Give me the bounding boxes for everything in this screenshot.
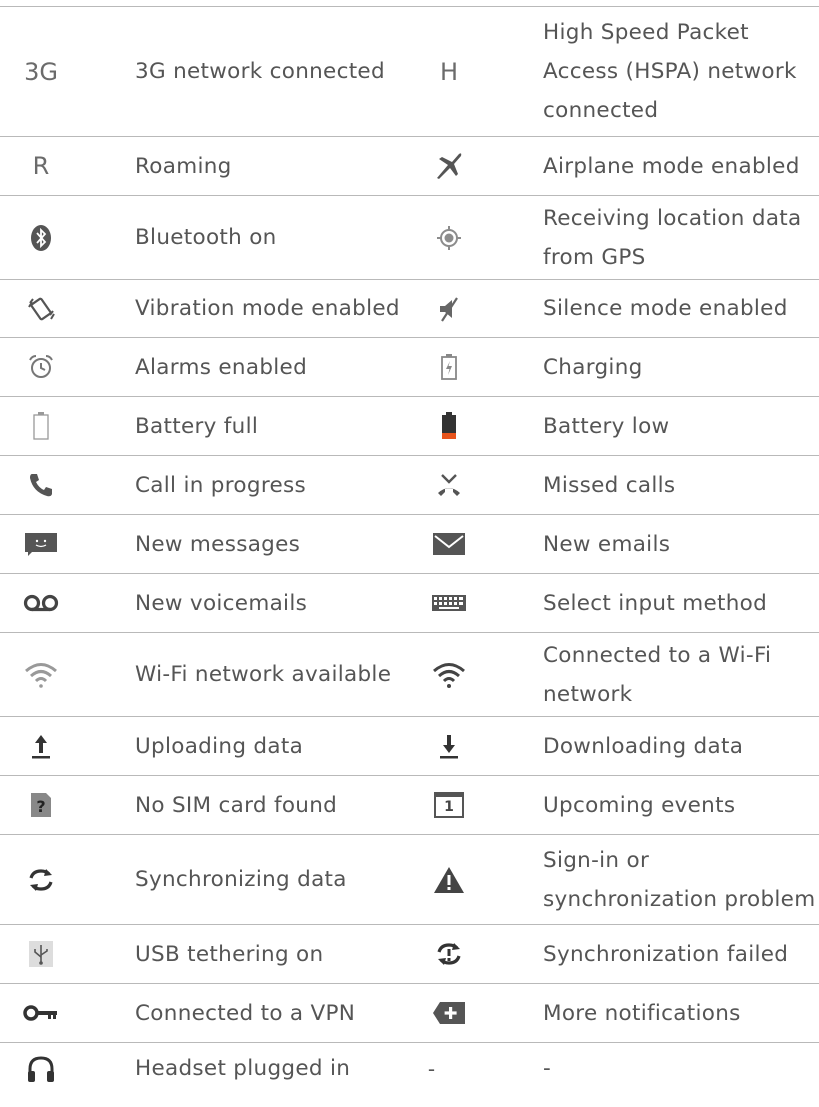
table-row: Battery full Battery low — [0, 396, 819, 455]
charging-icon — [419, 338, 479, 396]
table-row: New messages New emails — [0, 514, 819, 573]
table-row: ? No SIM card found 1 Upcoming events — [0, 775, 819, 834]
table-row: Bluetooth on Receiving location data fro… — [0, 195, 819, 279]
vpn-key-icon — [11, 984, 71, 1042]
table-row: Connected to a VPN More notifications — [0, 983, 819, 1042]
table-row: Synchronizing data Sign-in or synchroniz… — [0, 834, 819, 924]
download-icon — [419, 717, 479, 775]
icon-description: 3G network connected — [135, 59, 385, 84]
table-row: New voicemails Select input method — [0, 573, 819, 632]
keyboard-icon — [419, 574, 479, 632]
icon-description: - — [543, 1056, 552, 1081]
bluetooth-icon — [11, 196, 71, 279]
missed-call-icon — [419, 456, 479, 514]
icon-description: Charging — [543, 354, 643, 380]
icon-description: Call in progress — [135, 472, 307, 498]
icon-description: Roaming — [135, 153, 232, 179]
svg-text:?: ? — [36, 797, 45, 816]
table-row: USB tethering on Synchronization failed — [0, 924, 819, 983]
icon-description: Wi-Fi network available — [135, 662, 392, 687]
headset-icon — [11, 1043, 71, 1094]
hspa-icon: H — [439, 57, 459, 86]
icon-description: Receiving location data from GPS — [543, 205, 802, 270]
table-row: Alarms enabled Charging — [0, 337, 819, 396]
icon-description: High Speed Packet Access (HSPA) network … — [543, 20, 797, 123]
table-row: Headset plugged in - - — [0, 1042, 819, 1094]
icon-description: No SIM card found — [135, 792, 338, 818]
icon-description: Downloading data — [543, 733, 744, 759]
upload-icon — [11, 717, 71, 775]
battery-low-icon — [419, 397, 479, 455]
gps-icon — [419, 196, 479, 279]
calendar-icon: 1 — [419, 776, 479, 834]
roaming-icon: R — [32, 152, 50, 180]
icon-description: Connected to a Wi-Fi network — [543, 642, 772, 707]
icon-description: Missed calls — [543, 472, 676, 498]
status-icons-table: 3G 3G network connected H High Speed Pac… — [0, 6, 819, 1094]
icon-description: Upcoming events — [543, 792, 736, 818]
battery-full-icon — [11, 397, 71, 455]
wifi-connected-icon — [419, 633, 479, 716]
icon-description: Battery full — [135, 413, 259, 439]
table-row: Wi-Fi network available Connected to a W… — [0, 632, 819, 716]
no-sim-icon: ? — [11, 776, 71, 834]
icon-description: Alarms enabled — [135, 354, 308, 380]
icon-description: New messages — [135, 531, 301, 557]
icon-description: New voicemails — [135, 590, 308, 616]
icon-description: New emails — [543, 531, 671, 557]
icon-description: Headset plugged in — [135, 1056, 351, 1081]
warning-icon — [419, 835, 479, 924]
sync-icon — [11, 835, 71, 924]
airplane-icon — [419, 137, 479, 195]
vibration-icon — [11, 280, 71, 337]
empty-icon-cell: - — [427, 1056, 436, 1081]
icon-description: Silence mode enabled — [543, 296, 788, 321]
icon-description: Synchronizing data — [135, 867, 347, 892]
icon-description: Airplane mode enabled — [543, 153, 800, 179]
email-icon — [419, 515, 479, 573]
icon-description: USB tethering on — [135, 941, 324, 967]
more-notifications-icon — [419, 984, 479, 1042]
icon-description: Sign-in or synchronization problem — [543, 847, 816, 912]
icon-description: Battery low — [543, 413, 670, 439]
icon-description: Select input method — [543, 590, 768, 616]
alarm-icon — [11, 338, 71, 396]
voicemail-icon — [11, 574, 71, 632]
3g-icon: 3G — [24, 57, 58, 86]
usb-icon — [11, 925, 71, 983]
table-row: Call in progress Missed calls — [0, 455, 819, 514]
icon-description: Bluetooth on — [135, 225, 277, 250]
icon-description: More notifications — [543, 1000, 741, 1026]
icon-description: Uploading data — [135, 733, 304, 759]
icon-description: Synchronization failed — [543, 941, 789, 967]
table-row: Vibration mode enabled Silence mode enab… — [0, 279, 819, 337]
table-row: 3G 3G network connected H High Speed Pac… — [0, 6, 819, 136]
table-row: R Roaming Airplane mode enabled — [0, 136, 819, 195]
wifi-available-icon — [11, 633, 71, 716]
table-row: Uploading data Downloading data — [0, 716, 819, 775]
sync-failed-icon — [419, 925, 479, 983]
icon-description: Vibration mode enabled — [135, 296, 400, 321]
phone-call-icon — [11, 456, 71, 514]
message-icon — [11, 515, 71, 573]
icon-description: Connected to a VPN — [135, 1000, 356, 1026]
silent-icon — [419, 280, 479, 337]
